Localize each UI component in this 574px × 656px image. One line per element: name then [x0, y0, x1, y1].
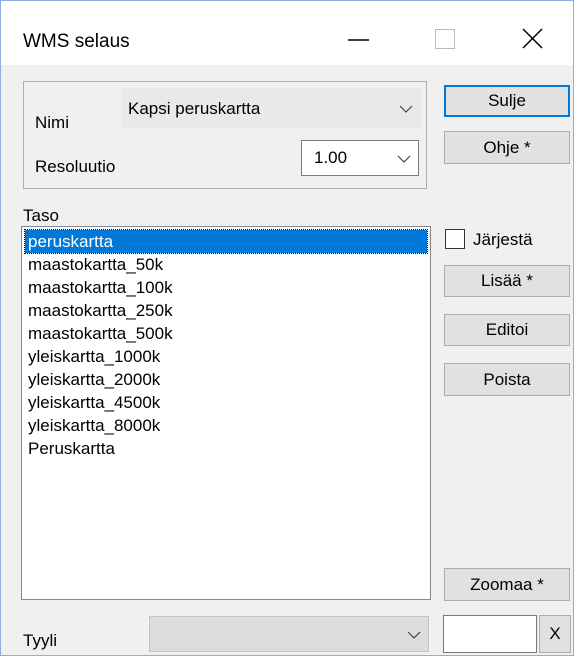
list-item[interactable]: yleiskartta_2000k — [25, 368, 427, 391]
list-item[interactable]: maastokartta_100k — [25, 276, 427, 299]
nimi-label: Nimi — [35, 113, 69, 132]
minimize-button[interactable] — [325, 15, 391, 65]
zoomaa-button[interactable]: Zoomaa * — [444, 568, 570, 601]
list-item[interactable]: yleiskartta_1000k — [25, 345, 427, 368]
clear-style-button[interactable]: X — [539, 615, 571, 653]
sulje-button[interactable]: Sulje — [444, 85, 570, 117]
poista-button[interactable]: Poista — [444, 363, 570, 396]
title-bar: WMS selaus — [1, 1, 573, 65]
chevron-down-icon — [407, 631, 421, 639]
ohje-button[interactable]: Ohje * — [444, 131, 570, 164]
window-title: WMS selaus — [23, 31, 130, 52]
list-item[interactable]: peruskartta — [24, 229, 428, 254]
chevron-down-icon — [399, 105, 413, 113]
chevron-down-icon — [397, 155, 411, 163]
list-item[interactable]: maastokartta_500k — [25, 322, 427, 345]
resoluutio-select[interactable]: 1.00 — [301, 140, 419, 176]
list-item[interactable]: maastokartta_250k — [25, 299, 427, 322]
taso-label: Taso — [23, 206, 59, 225]
wms-dialog: WMS selaus Nimi Kapsi peruskartta Resolu… — [0, 0, 574, 656]
list-item[interactable]: yleiskartta_4500k — [25, 391, 427, 414]
lisaa-button[interactable]: Lisää * — [444, 265, 570, 297]
jarjesta-label: Järjestä — [473, 230, 533, 249]
minimize-icon — [348, 39, 369, 41]
list-item[interactable]: yleiskartta_8000k — [25, 414, 427, 437]
editoi-button[interactable]: Editoi — [444, 314, 570, 346]
list-item[interactable]: Peruskartta — [25, 437, 427, 460]
taso-list[interactable]: peruskartta maastokartta_50k maastokartt… — [21, 226, 431, 600]
maximize-icon — [435, 29, 455, 49]
style-preview-box — [443, 615, 537, 653]
jarjesta-checkbox[interactable] — [445, 229, 465, 249]
resoluutio-label: Resoluutio — [35, 157, 116, 176]
close-button[interactable] — [499, 15, 565, 65]
close-icon — [522, 28, 543, 49]
nimi-select[interactable]: Kapsi peruskartta — [121, 88, 421, 128]
tyyli-select[interactable] — [149, 616, 429, 652]
nimi-value: Kapsi peruskartta — [128, 99, 261, 118]
resoluutio-value: 1.00 — [314, 148, 348, 167]
list-item[interactable]: maastokartta_50k — [25, 253, 427, 276]
maximize-button[interactable] — [411, 15, 477, 65]
tyyli-label: Tyyli — [23, 631, 57, 650]
